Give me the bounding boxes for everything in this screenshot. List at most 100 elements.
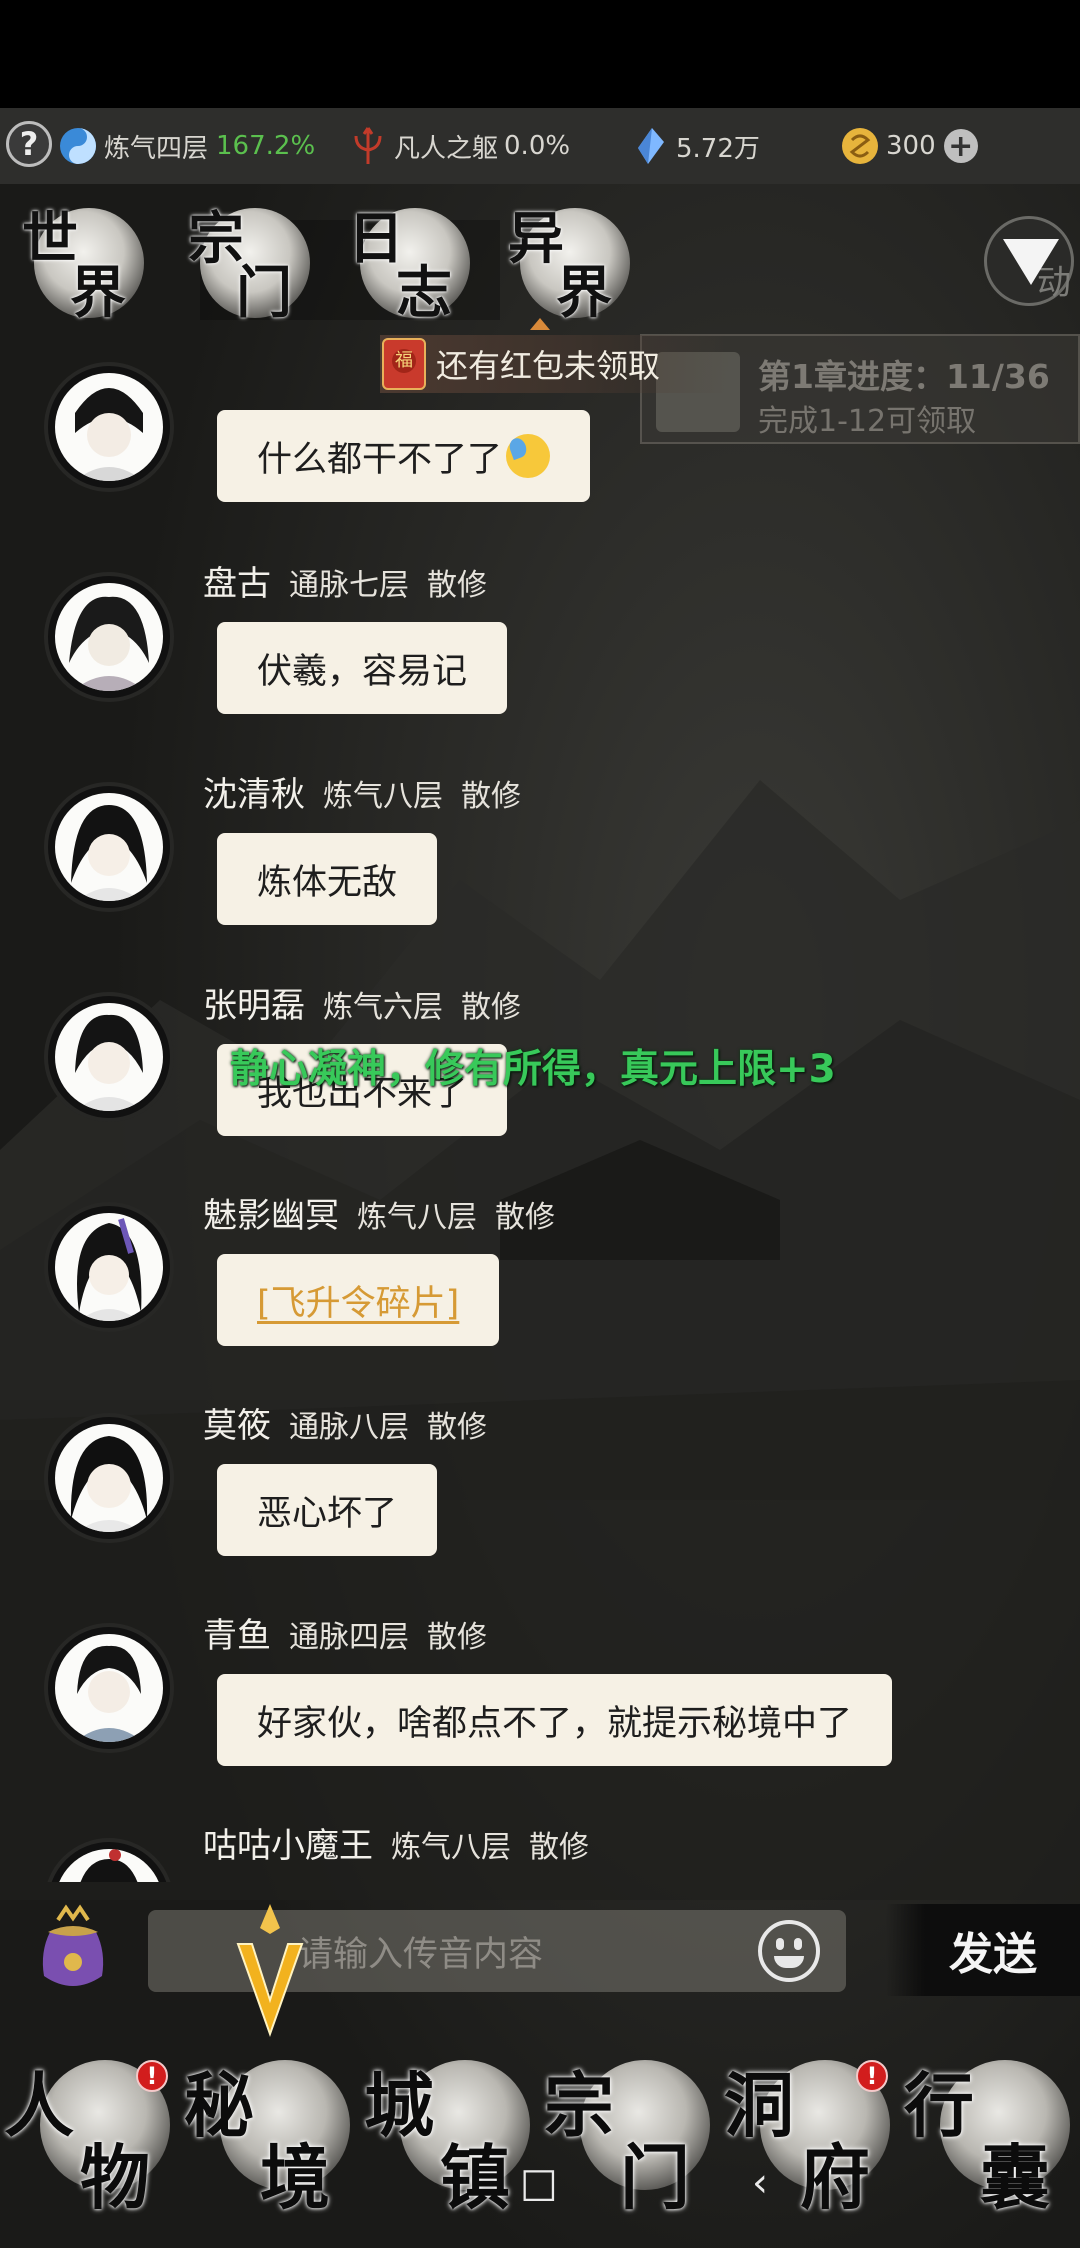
active-tab-indicator	[530, 318, 550, 330]
notification-badge: !	[136, 2060, 168, 2092]
sender-level: 炼气八层	[323, 779, 443, 814]
message-text: 什么都干不了了	[257, 439, 503, 480]
nav-bag-char1: 行	[904, 2064, 974, 2147]
body-percent: 0.0%	[504, 131, 571, 161]
chat-bubble[interactable]: 好家伙，啥都点不了，就提示秘境中了	[217, 1674, 893, 1766]
chevron-down-icon	[1003, 239, 1059, 285]
message-text: 炼体无敌	[257, 862, 398, 903]
avatar-portrait	[55, 1003, 163, 1111]
sender-info: 青鱼 通脉四层 散修	[203, 1608, 487, 1657]
sender-info: 莫筱 通脉八层 散修	[203, 1398, 487, 1447]
message-text: 好家伙，啥都点不了，就提示秘境中了	[257, 1703, 853, 1744]
sender-role: 散修	[461, 779, 521, 814]
avatar-portrait	[55, 1424, 163, 1532]
sender-name[interactable]: 沈清秋	[203, 775, 305, 815]
nav-sect[interactable]: 宗 门	[540, 2050, 720, 2248]
avatar[interactable]	[44, 572, 174, 702]
sweat-face-emoji-icon	[506, 434, 551, 478]
notification-badge: !	[856, 2060, 888, 2092]
spirit-stone-counter[interactable]: 5.72万	[630, 108, 760, 184]
help-button[interactable]: ?	[6, 121, 52, 167]
yin-yang-icon	[60, 128, 96, 164]
nav-cave[interactable]: 洞 府 !	[720, 2050, 900, 2248]
nav-secret-realm-char1: 秘	[184, 2064, 254, 2147]
sender-role: 散修	[427, 1410, 487, 1445]
add-currency-button[interactable]: +	[943, 129, 978, 164]
system-back-icon[interactable]: ‹	[752, 2160, 768, 2206]
chat-bubble[interactable]: 恶心坏了	[217, 1464, 438, 1556]
trident-icon	[354, 127, 382, 164]
nav-secret-realm[interactable]: 秘 境	[180, 2050, 360, 2248]
avatar-portrait	[55, 1634, 163, 1742]
tab-sect-char2: 门	[236, 260, 292, 326]
tab-otherworld[interactable]: 异 界	[500, 190, 640, 330]
chat-bubble[interactable]: 什么都干不了了	[217, 410, 591, 502]
tab-otherworld-char2: 界	[556, 260, 612, 326]
avatar[interactable]	[44, 992, 174, 1122]
sender-name[interactable]: 青鱼	[203, 1616, 271, 1656]
avatar[interactable]	[44, 1413, 174, 1543]
sender-info: 沈清秋 炼气八层 散修	[203, 767, 521, 816]
cultivation-label: 炼气四层	[104, 133, 209, 164]
chapter-subtitle: 完成1-12可领取	[758, 404, 977, 439]
sender-role: 散修	[427, 568, 487, 603]
avatar-portrait	[55, 793, 163, 901]
coin-icon	[842, 128, 878, 164]
sender-name[interactable]: 张明磊	[203, 986, 305, 1026]
sender-level: 通脉八层	[289, 1410, 409, 1445]
chapter-title: 第1章进度：11/36	[758, 357, 1050, 396]
nav-bag[interactable]: 行 囊	[900, 2050, 1080, 2248]
tab-world[interactable]: 世 界	[14, 190, 154, 330]
sender-name[interactable]: 莫筱	[203, 1406, 271, 1446]
emoji-picker-icon[interactable]	[758, 1920, 820, 1982]
sender-name[interactable]: 盘古	[203, 564, 271, 604]
tab-log[interactable]: 日 志	[340, 190, 480, 330]
sender-level: 炼气八层	[391, 1830, 511, 1865]
sender-info: 魅影幽冥 炼气八层 散修	[203, 1188, 555, 1237]
avatar-portrait	[55, 1849, 163, 1882]
avatar[interactable]	[44, 1623, 174, 1753]
tab-sect[interactable]: 宗 门	[180, 190, 320, 330]
system-home-icon[interactable]: □	[520, 2160, 558, 2206]
message-text: 恶心坏了	[257, 1493, 398, 1534]
sender-role: 散修	[495, 1200, 555, 1235]
currency-counter[interactable]: 300 +	[840, 108, 978, 184]
avatar[interactable]	[44, 1202, 174, 1332]
avatar[interactable]	[44, 362, 174, 492]
nav-cave-char1: 洞	[724, 2064, 794, 2147]
nav-sect-char2: 门	[620, 2136, 690, 2219]
chat-bubble-item-link[interactable]: [飞升令碎片]	[217, 1254, 500, 1346]
red-envelope-icon	[382, 338, 426, 390]
sender-role: 散修	[427, 1620, 487, 1655]
sender-role: 散修	[461, 990, 521, 1025]
collapse-chat-button[interactable]: 动	[984, 216, 1074, 306]
cultivation-status[interactable]: 炼气四层 167.2%	[58, 108, 315, 184]
avatar-portrait	[55, 373, 163, 481]
nav-cave-char2: 府	[800, 2136, 870, 2219]
system-float-message: 静心凝神，修有所得，真元上限+3	[230, 1047, 836, 1092]
chat-bubble[interactable]: 伏羲，容易记	[217, 622, 508, 714]
body-status[interactable]: 凡人之躯 0.0%	[348, 108, 570, 184]
avatar-portrait	[55, 1213, 163, 1321]
pouch-icon[interactable]	[30, 1902, 116, 1996]
sender-level: 炼气八层	[357, 1200, 477, 1235]
sender-info: 咕咕小魔王 炼气八层 散修	[203, 1818, 589, 1867]
avatar[interactable]	[44, 1838, 174, 1882]
nav-bag-char2: 囊	[980, 2136, 1050, 2219]
avatar-portrait	[55, 583, 163, 691]
sender-name[interactable]: 咕咕小魔王	[203, 1826, 373, 1866]
nav-town[interactable]: 城 镇	[360, 2050, 540, 2248]
red-envelope-notice[interactable]: 还有红包未领取	[380, 335, 731, 393]
nav-sect-char1: 宗	[544, 2064, 614, 2147]
avatar[interactable]	[44, 782, 174, 912]
sender-name[interactable]: 魅影幽冥	[203, 1196, 339, 1236]
sword-indicator-icon	[236, 1904, 304, 2037]
item-link-text[interactable]: [飞升令碎片]	[257, 1275, 459, 1326]
sender-info: 盘古 通脉七层 散修	[203, 556, 487, 605]
spirit-stone-amount: 5.72万	[676, 133, 760, 164]
input-placeholder: 请输入传音内容	[298, 1934, 544, 1975]
nav-character[interactable]: 人 物 !	[0, 2050, 180, 2248]
sender-level: 炼气六层	[323, 990, 443, 1025]
send-button[interactable]: 发送	[886, 1904, 1080, 1996]
chat-bubble[interactable]: 炼体无敌	[217, 833, 438, 925]
